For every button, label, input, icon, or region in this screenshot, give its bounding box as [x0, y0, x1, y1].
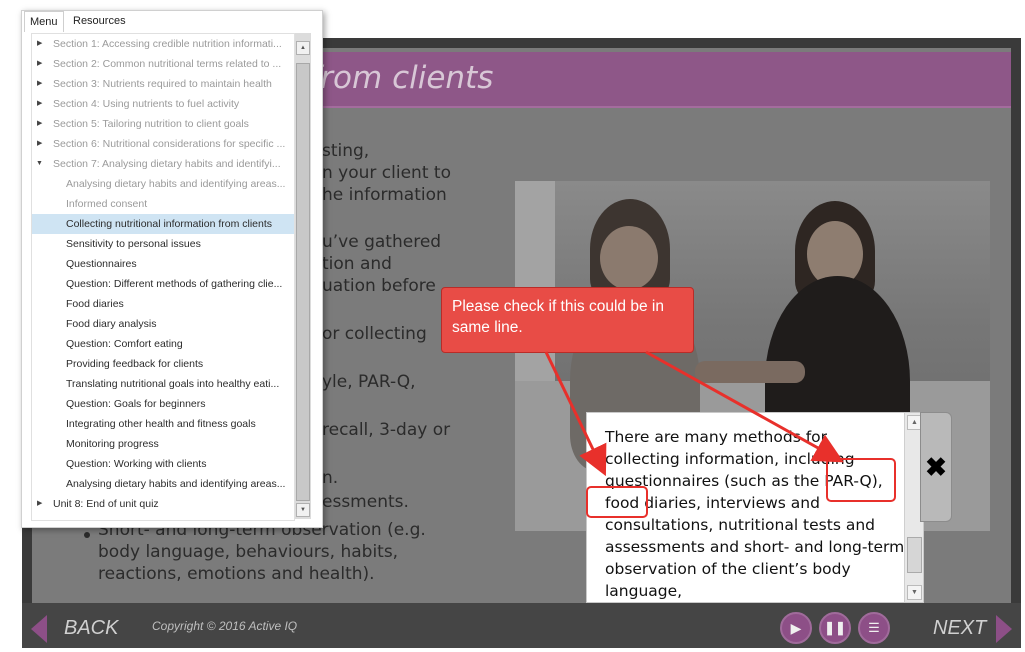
scrollbar-thumb[interactable] — [296, 63, 310, 501]
copyright-text: Copyright © 2016 Active IQ — [152, 619, 298, 633]
menu-item[interactable]: Section 2: Common nutritional terms rela… — [53, 54, 291, 74]
menu-subitem[interactable]: Question: Goals for beginners — [66, 394, 291, 414]
menu-subitem[interactable]: Informed consent — [66, 194, 291, 214]
menu-list: ▶ Section 1: Accessing credible nutritio… — [31, 33, 295, 521]
annotation-highlight-box — [826, 458, 896, 502]
caret-right-icon[interactable]: ▶ — [37, 54, 42, 74]
menu-subitem[interactable]: Monitoring progress — [66, 434, 291, 454]
caret-right-icon[interactable]: ▶ — [37, 34, 42, 54]
annotation-highlight-box — [586, 486, 648, 518]
player-controls-bar: BACK Copyright © 2016 Active IQ ▶ ❚❚ ☰ N… — [22, 603, 1021, 648]
body-text-line: uation before — [322, 276, 436, 296]
menu-subitem[interactable]: Providing feedback for clients — [66, 354, 291, 374]
menu-subitem[interactable]: Food diaries — [66, 294, 291, 314]
menu-subitem[interactable]: Sensitivity to personal issues — [66, 234, 291, 254]
menu-subitem[interactable]: Question: Different methods of gathering… — [66, 274, 291, 294]
menu-subitem[interactable]: Analysing dietary habits and identifying… — [66, 474, 291, 494]
transcript-button[interactable]: ☰ — [858, 612, 890, 644]
body-text-line: or collecting — [322, 324, 427, 344]
menu-subitem[interactable]: Question: Comfort eating — [66, 334, 291, 354]
next-button[interactable]: NEXT — [933, 617, 986, 640]
body-text-line: sting, — [322, 141, 370, 161]
body-text-line: body language, behaviours, habits, — [98, 542, 399, 562]
pause-icon: ❚❚ — [824, 620, 846, 635]
scroll-down-button[interactable]: ▼ — [907, 585, 922, 600]
body-text-line: tion and — [322, 254, 392, 274]
menu-subitem[interactable]: Food diary analysis — [66, 314, 291, 334]
menu-item[interactable]: Section 7: Analysing dietary habits and … — [53, 154, 291, 174]
menu-item[interactable]: Section 1: Accessing credible nutrition … — [53, 34, 291, 54]
play-icon: ▶ — [790, 619, 802, 636]
menu-subitem[interactable]: Translating nutritional goals into healt… — [66, 374, 291, 394]
body-text-line: he information — [322, 185, 447, 205]
bullet-icon — [84, 532, 90, 538]
menu-item[interactable]: Section 4: Using nutrients to fuel activ… — [53, 94, 291, 114]
caret-right-icon[interactable]: ▶ — [37, 94, 42, 114]
annotation-callout: Please check if this could be in same li… — [441, 287, 694, 353]
body-text-line: reactions, emotions and health). — [98, 564, 375, 584]
back-arrow-icon[interactable] — [31, 615, 47, 643]
caret-right-icon[interactable]: ▶ — [37, 134, 42, 154]
body-text-line: n. — [322, 468, 339, 488]
menu-item[interactable]: Unit 8: End of unit quiz — [53, 494, 291, 514]
scroll-down-button[interactable]: ▼ — [296, 503, 310, 517]
next-arrow-icon[interactable] — [996, 615, 1012, 643]
menu-subitem[interactable]: Integrating other health and fitness goa… — [66, 414, 291, 434]
play-button[interactable]: ▶ — [780, 612, 812, 644]
back-button[interactable]: BACK — [64, 617, 118, 640]
caret-down-icon[interactable]: ▼ — [36, 154, 43, 174]
menu-item[interactable]: Section 6: Nutritional considerations fo… — [53, 134, 291, 154]
body-text-line: essments. — [322, 492, 409, 512]
caret-right-icon[interactable]: ▶ — [37, 74, 42, 94]
menu-item[interactable]: Section 3: Nutrients required to maintai… — [53, 74, 291, 94]
body-text-line: yle, PAR-Q, — [322, 372, 416, 392]
body-text-line: u’ve gathered — [322, 232, 442, 252]
close-icon: ✖ — [925, 451, 947, 482]
tab-resources[interactable]: Resources — [68, 11, 131, 31]
menu-panel: Menu Resources ▶ Section 1: Accessing cr… — [21, 10, 323, 528]
menu-scrollbar[interactable]: ▲ ▼ — [295, 33, 311, 519]
close-callout-button[interactable]: ✖ — [920, 412, 952, 522]
body-text-line: recall, 3-day or — [322, 420, 451, 440]
transcript-icon: ☰ — [868, 620, 880, 635]
menu-item[interactable]: Section 5: Tailoring nutrition to client… — [53, 114, 291, 134]
menu-subitem-selected[interactable]: Collecting nutritional information from … — [32, 214, 294, 234]
menu-subitem[interactable]: Question: Working with clients — [66, 454, 291, 474]
scroll-up-button[interactable]: ▲ — [296, 41, 310, 55]
scrollbar-thumb[interactable] — [907, 537, 922, 573]
pause-button[interactable]: ❚❚ — [819, 612, 851, 644]
menu-subitem[interactable]: Analysing dietary habits and identifying… — [66, 174, 291, 194]
annotation-text: Please check if this could be in same li… — [452, 298, 664, 336]
callout-text: There are many methods for collecting in… — [605, 428, 905, 600]
body-text-line: n your client to — [322, 163, 451, 183]
caret-right-icon[interactable]: ▶ — [37, 114, 42, 134]
menu-subitem[interactable]: Questionnaires — [66, 254, 291, 274]
tab-menu[interactable]: Menu — [24, 11, 64, 32]
caret-right-icon[interactable]: ▶ — [37, 494, 42, 514]
